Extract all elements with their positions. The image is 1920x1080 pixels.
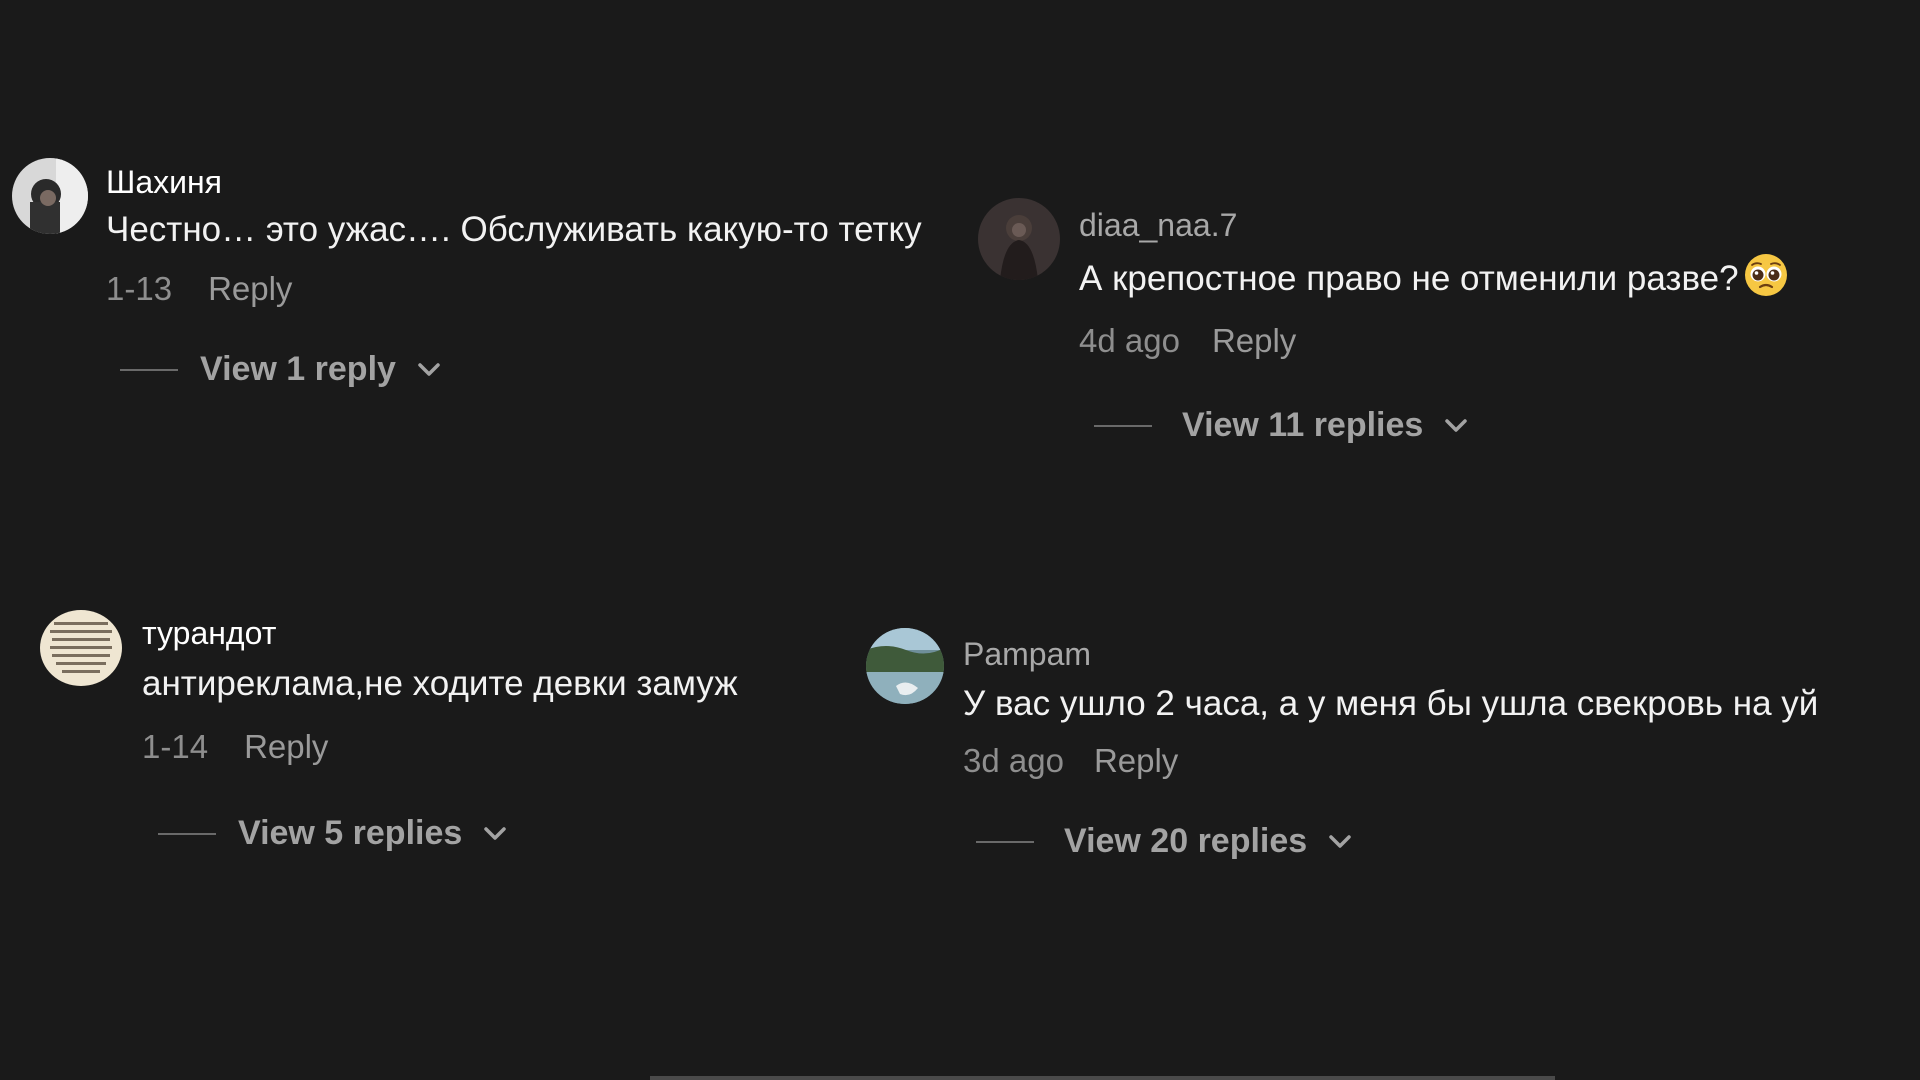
reply-button[interactable]: Reply [1212, 322, 1296, 360]
reply-button[interactable]: Reply [208, 270, 292, 308]
comment-meta: 1-14 Reply [142, 728, 328, 766]
view-replies-button[interactable]: View 5 replies [158, 814, 510, 853]
view-replies-label: View 5 replies [238, 814, 463, 852]
username[interactable]: diaa_naa.7 [1079, 207, 1237, 244]
avatar[interactable] [12, 158, 88, 234]
username[interactable]: Pampam [963, 636, 1091, 673]
chevron-down-icon [484, 826, 507, 840]
divider-line [120, 368, 178, 371]
chevron-down-icon [418, 362, 440, 376]
username[interactable]: турандот [142, 615, 276, 652]
avatar[interactable] [978, 198, 1060, 280]
comment-text: антиреклама,не ходите девки замуж [142, 664, 738, 703]
chevron-down-icon [1329, 834, 1351, 848]
timestamp: 4d ago [1079, 322, 1180, 359]
timestamp: 1-13 [106, 270, 173, 307]
divider-line [1094, 424, 1152, 427]
divider-line [976, 840, 1034, 843]
comment-meta: 3d ago Reply [963, 742, 1178, 780]
username[interactable]: Шахиня [106, 164, 222, 201]
comment-meta: 4d ago Reply [1079, 322, 1296, 360]
view-replies-label: View 20 replies [1064, 822, 1308, 860]
timestamp: 3d ago [963, 742, 1064, 779]
comment-meta: 1-13 Reply [106, 270, 292, 308]
view-replies-label: View 11 replies [1182, 406, 1424, 444]
view-replies-button[interactable]: View 20 replies [976, 822, 1355, 861]
comment-text: У вас ушло 2 часа, а у меня бы ушла свек… [963, 684, 1819, 723]
avatar[interactable] [866, 628, 944, 704]
timestamp: 1-14 [142, 728, 209, 765]
reply-button[interactable]: Reply [1094, 742, 1178, 780]
view-replies-button[interactable]: View 11 replies [1094, 406, 1471, 445]
comment-text: Честно… это ужас…. Обслуживать какую-то … [106, 210, 922, 249]
divider-line [158, 832, 216, 835]
view-replies-label: View 1 reply [200, 350, 396, 388]
reply-button[interactable]: Reply [244, 728, 328, 766]
comment-text-content: А крепостное право не отменили разве? [1079, 259, 1739, 298]
pleading-face-emoji [1744, 254, 1787, 296]
bottom-scroll-bar [650, 1076, 1555, 1080]
view-replies-button[interactable]: View 1 reply [120, 350, 444, 389]
chevron-down-icon [1445, 418, 1468, 432]
comments-screen: Шахиня Честно… это ужас…. Обслуживать ка… [0, 0, 1920, 1080]
avatar[interactable] [40, 610, 122, 686]
comment-text: А крепостное право не отменили разве? [1079, 252, 1789, 299]
